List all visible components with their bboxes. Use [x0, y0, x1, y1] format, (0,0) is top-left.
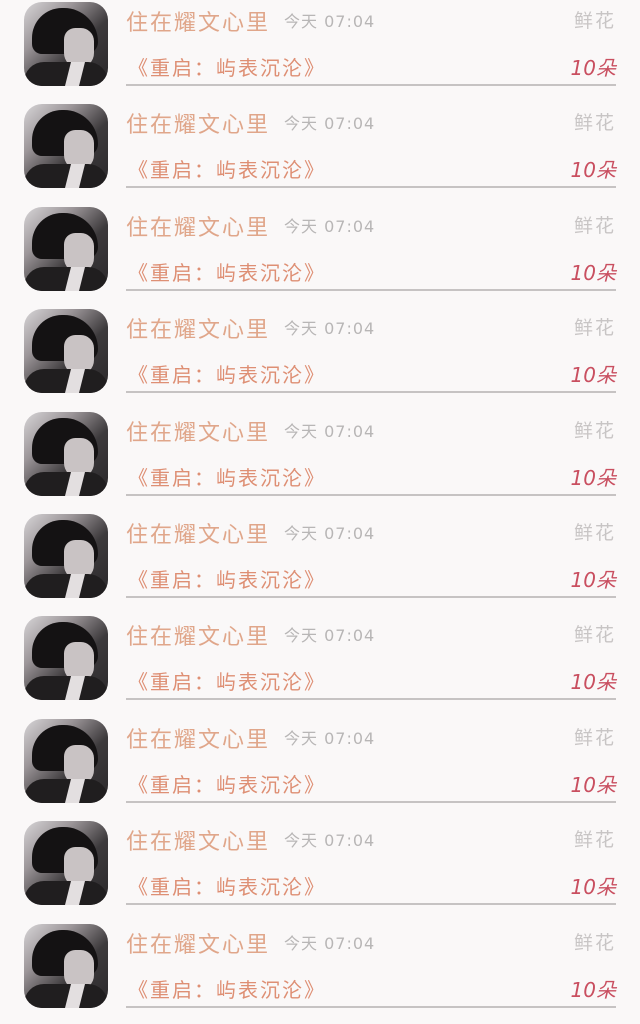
list-item[interactable]: 住在耀文心里 今天 07:04 鲜花 《重启：屿表沉沦》 10朵 — [0, 0, 640, 102]
timestamp: 今天 07:04 — [284, 114, 376, 134]
book-title[interactable]: 《重启：屿表沉沦》 — [128, 154, 326, 183]
gift-count: 10朵 — [570, 158, 616, 183]
gift-count: 10朵 — [570, 772, 616, 797]
sender-name: 住在耀文心里 — [126, 523, 271, 548]
sender-name: 住在耀文心里 — [126, 215, 271, 241]
gift-count: 10朵 — [570, 875, 616, 900]
timestamp: 今天 07:04 — [284, 319, 376, 339]
gift-type-label: 鲜花 — [573, 829, 616, 852]
gift-count: 10朵 — [570, 568, 616, 592]
gift-count: 10朵 — [570, 465, 616, 490]
avatar[interactable] — [24, 104, 108, 189]
gift-type-label: 鲜花 — [573, 112, 616, 135]
timestamp: 今天 07:04 — [284, 524, 376, 543]
gift-type-label: 鲜花 — [573, 214, 616, 237]
book-title[interactable]: 《重启：屿表沉沦》 — [128, 462, 326, 491]
gift-count: 10朵 — [570, 260, 616, 285]
gift-type-label: 鲜花 — [573, 726, 616, 749]
list-item[interactable]: 住在耀文心里 今天 07:04 鲜花 《重启：屿表沉沦》 10朵 — [0, 410, 640, 512]
avatar[interactable] — [24, 514, 108, 598]
book-title[interactable]: 《重启：屿表沉沦》 — [128, 974, 326, 1003]
avatar[interactable] — [24, 2, 108, 86]
list-item[interactable]: 住在耀文心里 今天 07:04 鲜花 《重启：屿表沉沦》 10朵 — [0, 614, 640, 716]
avatar[interactable] — [24, 206, 108, 291]
list-item[interactable]: 住在耀文心里 今天 07:04 鲜花 《重启：屿表沉沦》 10朵 — [0, 717, 640, 819]
gift-type-label: 鲜花 — [573, 931, 616, 954]
gift-type-label: 鲜花 — [573, 10, 616, 32]
book-title[interactable]: 《重启：屿表沉沦》 — [128, 666, 326, 695]
avatar[interactable] — [24, 718, 108, 803]
row-divider — [126, 186, 616, 189]
row-divider — [126, 84, 616, 86]
row-divider — [126, 288, 616, 291]
list-item[interactable]: 住在耀文心里 今天 07:04 鲜花 《重启：屿表沉沦》 10朵 — [0, 102, 640, 204]
book-title[interactable]: 《重启：屿表沉沦》 — [128, 257, 326, 286]
book-title[interactable]: 《重启：屿表沉沦》 — [128, 564, 326, 593]
book-title[interactable]: 《重启：屿表沉沦》 — [128, 52, 326, 81]
sender-name: 住在耀文心里 — [126, 318, 271, 344]
timestamp: 今天 07:04 — [284, 728, 376, 748]
sender-name: 住在耀文心里 — [126, 625, 271, 651]
row-divider — [126, 391, 616, 394]
book-title[interactable]: 《重启：屿表沉沦》 — [128, 359, 326, 388]
avatar[interactable] — [24, 821, 108, 906]
row-divider — [126, 1005, 616, 1008]
avatar[interactable] — [24, 616, 108, 701]
timestamp: 今天 07:04 — [284, 216, 376, 236]
list-item[interactable]: 住在耀文心里 今天 07:04 鲜花 《重启：屿表沉沦》 10朵 — [0, 512, 640, 614]
book-title[interactable]: 《重启：屿表沉沦》 — [128, 769, 326, 798]
sender-name: 住在耀文心里 — [126, 113, 271, 139]
avatar[interactable] — [24, 309, 108, 394]
sender-name: 住在耀文心里 — [126, 830, 271, 856]
row-divider — [126, 903, 616, 906]
sender-name: 住在耀文心里 — [126, 11, 271, 36]
gift-count: 10朵 — [570, 977, 616, 1002]
sender-name: 住在耀文心里 — [126, 932, 271, 958]
timestamp: 今天 07:04 — [284, 933, 376, 953]
avatar[interactable] — [24, 923, 108, 1008]
gift-count: 10朵 — [570, 56, 616, 80]
list-item[interactable]: 住在耀文心里 今天 07:04 鲜花 《重启：屿表沉沦》 10朵 — [0, 307, 640, 409]
list-item[interactable]: 住在耀文心里 今天 07:04 鲜花 《重启：屿表沉沦》 10朵 — [0, 205, 640, 307]
book-title[interactable]: 《重启：屿表沉沦》 — [128, 871, 326, 900]
row-divider — [126, 698, 616, 701]
list-item[interactable]: 住在耀文心里 今天 07:04 鲜花 《重启：屿表沉沦》 10朵 — [0, 819, 640, 921]
gift-type-label: 鲜花 — [573, 624, 616, 647]
avatar[interactable] — [24, 411, 108, 496]
timestamp: 今天 07:04 — [284, 626, 376, 646]
gift-type-label: 鲜花 — [573, 419, 616, 442]
gift-message-list: 住在耀文心里 今天 07:04 鲜花 《重启：屿表沉沦》 10朵 住在耀文心里 … — [0, 0, 640, 1010]
list-item[interactable]: 住在耀文心里 今天 07:04 鲜花 《重启：屿表沉沦》 10朵 — [0, 922, 640, 1024]
timestamp: 今天 07:04 — [284, 12, 376, 31]
row-divider — [126, 493, 616, 496]
gift-type-label: 鲜花 — [573, 522, 616, 544]
gift-type-label: 鲜花 — [573, 317, 616, 340]
row-divider — [126, 800, 616, 803]
row-divider — [126, 596, 616, 598]
sender-name: 住在耀文心里 — [126, 727, 271, 753]
gift-count: 10朵 — [570, 363, 616, 388]
gift-count: 10朵 — [570, 670, 616, 695]
timestamp: 今天 07:04 — [284, 831, 376, 851]
timestamp: 今天 07:04 — [284, 421, 376, 441]
sender-name: 住在耀文心里 — [126, 420, 271, 446]
